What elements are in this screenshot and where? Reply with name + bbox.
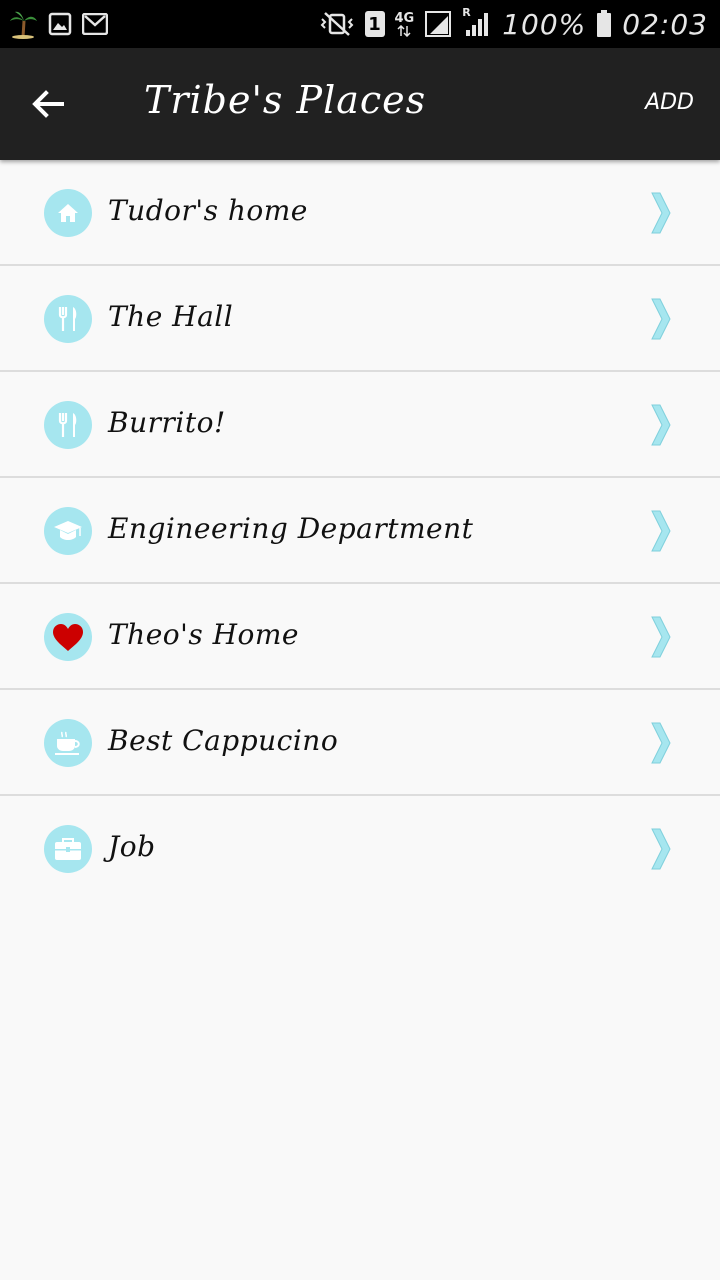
list-item[interactable]: Burrito!	[0, 372, 720, 478]
clock: 02:03	[622, 7, 708, 41]
gallery-icon	[48, 12, 72, 36]
graduation-cap-icon	[44, 507, 92, 555]
fork-knife-icon	[44, 295, 92, 343]
network-type-label: 4G	[394, 10, 415, 26]
home-icon	[44, 189, 92, 237]
place-label: Burrito!	[108, 406, 226, 439]
status-system: 1 4G R 100% 02:03	[319, 6, 708, 41]
status-notifications	[8, 9, 108, 39]
fork-knife-icon	[44, 401, 92, 449]
chevron-right-icon	[651, 298, 671, 340]
list-item[interactable]: The Hall	[0, 266, 720, 372]
chevron-right-icon	[651, 616, 671, 658]
battery-icon	[596, 10, 612, 38]
chevron-right-icon	[651, 192, 671, 234]
battery-percent: 100%	[502, 7, 587, 41]
network-type-icon: 4G	[394, 10, 415, 37]
place-label: Best Cappucino	[108, 724, 339, 757]
place-label: Engineering Department	[108, 512, 474, 545]
briefcase-icon	[44, 825, 92, 873]
gmail-icon	[82, 13, 108, 35]
list-item[interactable]: Theo's Home	[0, 584, 720, 690]
chevron-right-icon	[651, 722, 671, 764]
coffee-cup-icon	[44, 719, 92, 767]
list-item[interactable]: Tudor's home	[0, 160, 720, 266]
list-item[interactable]: Job	[0, 796, 720, 902]
sim-slot-number: 1	[368, 13, 381, 35]
add-place-button[interactable]: ADD	[645, 90, 694, 115]
list-item[interactable]: Engineering Department	[0, 478, 720, 584]
page-title: Tribe's Places	[144, 78, 427, 122]
place-label: Job	[108, 830, 156, 863]
signal-sim1-icon	[424, 10, 452, 38]
place-label: Theo's Home	[108, 618, 299, 651]
chevron-right-icon	[651, 510, 671, 552]
signal-sim2-icon: R	[462, 6, 492, 38]
chevron-right-icon	[651, 404, 671, 446]
back-button[interactable]	[24, 80, 72, 128]
place-label: Tudor's home	[108, 194, 308, 227]
palm-tree-icon	[8, 9, 38, 39]
places-list: Tudor's home The Hall Burrito! Engineeri…	[0, 160, 720, 902]
roaming-indicator: R	[462, 6, 471, 19]
sim-slot-icon: 1	[364, 11, 385, 37]
arrow-left-icon	[32, 90, 64, 118]
status-bar: 1 4G R 100% 02:03	[0, 0, 720, 48]
app-bar: Tribe's Places ADD	[0, 48, 720, 160]
list-item[interactable]: Best Cappucino	[0, 690, 720, 796]
vibrate-mute-icon	[319, 11, 355, 37]
chevron-right-icon	[651, 828, 671, 870]
heart-icon	[44, 613, 92, 661]
place-label: The Hall	[108, 300, 234, 333]
